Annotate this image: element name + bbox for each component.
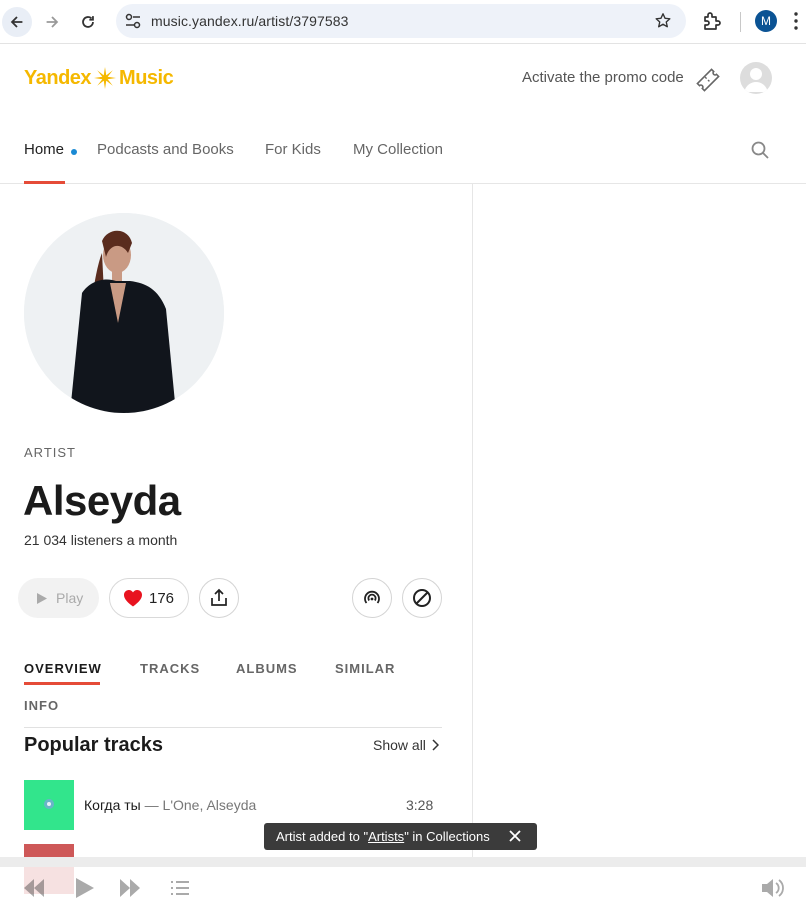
main-navigation: Home Podcasts and Books For Kids My Coll… [0,120,806,184]
show-all-link[interactable]: Show all [373,737,439,753]
forward-button[interactable] [37,7,67,37]
logo-word-music: Music [119,66,174,89]
profile-avatar[interactable]: M [755,10,777,32]
toolbar-separator [740,12,741,32]
nav-my-collection[interactable]: My Collection [353,141,443,158]
show-all-label: Show all [373,737,426,753]
track-cover[interactable] [24,780,74,830]
back-button[interactable] [2,7,32,37]
player-play-icon[interactable] [72,875,96,901]
yandex-music-logo[interactable]: Yandex Music [24,66,174,90]
search-icon[interactable] [750,140,770,160]
artist-photo [24,213,224,413]
tab-tracks[interactable]: TRACKS [140,661,200,676]
track-title-row[interactable]: Когда ты — L'One, Alseyda [84,797,256,813]
tab-albums[interactable]: ALBUMS [236,661,298,676]
artist-portrait-illustration [24,213,224,413]
block-icon [413,589,431,607]
column-divider [472,184,473,864]
close-icon[interactable] [508,829,522,843]
artist-radio-button[interactable] [352,578,392,618]
nav-home[interactable]: Home [24,141,64,158]
track-artists[interactable]: — L'One, Alseyda [145,797,257,813]
toast-artists-link[interactable]: Artists [368,829,404,844]
new-content-dot [71,149,77,155]
extensions-puzzle-icon[interactable] [700,9,724,33]
play-button[interactable]: Play [18,578,99,618]
browser-toolbar: music.yandex.ru/artist/3797583 M [0,0,806,44]
tab-info[interactable]: INFO [24,698,59,713]
activate-promo-link[interactable]: Activate the promo code [522,69,684,86]
heart-icon [124,590,142,607]
player-bar [0,857,806,909]
toast-text-suffix: " in Collections [404,829,490,844]
chevron-right-icon [432,739,439,751]
tabs-separator [24,727,442,728]
share-button[interactable] [199,578,239,618]
reload-button[interactable] [73,7,103,37]
queue-list-icon[interactable] [170,875,190,901]
bookmark-star-icon[interactable] [654,12,672,30]
address-bar[interactable]: music.yandex.ru/artist/3797583 [116,4,686,38]
reload-icon [82,16,94,28]
arrow-right-icon [46,16,59,28]
collection-toast: Artist added to " Artists " in Collections [264,823,537,850]
previous-track-icon[interactable] [22,875,46,901]
like-button[interactable]: 176 [109,578,189,618]
radio-icon [364,590,380,604]
likes-count: 176 [149,589,175,607]
tab-overview[interactable]: OVERVIEW [24,661,102,676]
share-icon [211,588,227,606]
block-artist-button[interactable] [402,578,442,618]
track-duration: 3:28 [406,797,434,813]
user-avatar[interactable] [740,62,772,94]
volume-icon[interactable] [760,875,784,901]
nav-active-underline [24,181,65,184]
toast-text-prefix: Artist added to " [276,829,369,844]
url-text[interactable]: music.yandex.ru/artist/3797583 [151,13,349,29]
play-button-label: Play [56,590,84,606]
arrow-left-icon [10,16,23,28]
cover-art-icon [44,799,54,809]
logo-word-yandex: Yandex [24,66,92,89]
monthly-listeners: 21 034 listeners a month [24,532,178,548]
artist-name-heading: Alseyda [23,477,181,524]
track-title[interactable]: Когда ты [84,797,141,813]
tab-active-underline [24,682,100,685]
site-settings-icon[interactable] [124,12,142,30]
artist-type-label: ARTIST [24,445,76,460]
play-icon [37,592,47,604]
sun-logo-icon [94,67,117,89]
popular-tracks-heading: Popular tracks [24,734,163,756]
next-track-icon[interactable] [118,875,142,901]
tab-similar[interactable]: SIMILAR [335,661,395,676]
ticket-icon[interactable] [694,66,722,94]
browser-menu-icon[interactable] [793,11,799,31]
nav-podcasts-and-books[interactable]: Podcasts and Books [97,141,234,158]
nav-for-kids[interactable]: For Kids [265,141,321,158]
user-silhouette-icon [744,68,768,92]
